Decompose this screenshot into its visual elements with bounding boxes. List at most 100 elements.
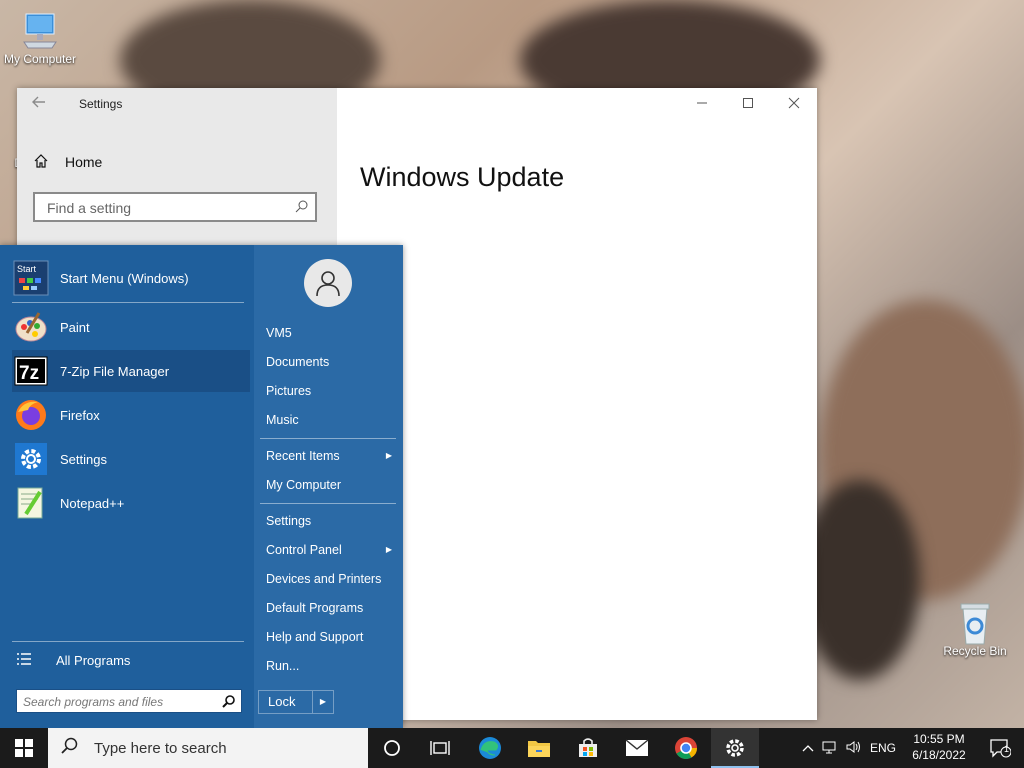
desktop-icon-label: Recycle Bin bbox=[943, 644, 1007, 658]
user-icon bbox=[316, 271, 340, 297]
notifications-button[interactable]: 1 bbox=[976, 728, 1024, 768]
pinned-item-label: 7-Zip File Manager bbox=[60, 363, 170, 379]
taskbar-search[interactable] bbox=[48, 728, 368, 768]
notepadpp-icon bbox=[12, 484, 50, 522]
menu-item-control-panel[interactable]: Control Panel ▶ bbox=[266, 538, 396, 562]
all-programs-button[interactable]: All Programs bbox=[16, 647, 130, 673]
menu-item-devices-printers[interactable]: Devices and Printers bbox=[266, 567, 396, 591]
task-view-button[interactable] bbox=[416, 728, 464, 768]
chevron-right-icon[interactable]: ▶ bbox=[312, 691, 333, 713]
chevron-right-icon: ▶ bbox=[385, 451, 392, 460]
menu-item-label: Recent Items bbox=[266, 449, 340, 463]
start-menu: Start Start Menu (Windows) Paint 7z 7-Zi… bbox=[0, 245, 403, 728]
lock-button[interactable]: Lock ▶ bbox=[258, 690, 334, 714]
window-title: Settings bbox=[79, 97, 123, 111]
mail-icon bbox=[625, 739, 649, 756]
network-icon[interactable] bbox=[822, 740, 838, 757]
pinned-item-notepadpp[interactable]: Notepad++ bbox=[12, 482, 250, 524]
title-bar[interactable]: Settings bbox=[17, 88, 817, 120]
menu-item-recent-items[interactable]: Recent Items ▶ bbox=[266, 444, 396, 468]
nav-home-label: Home bbox=[65, 154, 103, 170]
menu-item-label: Control Panel bbox=[266, 543, 342, 557]
lock-label: Lock bbox=[268, 694, 296, 709]
store-button[interactable] bbox=[564, 728, 612, 768]
wallpaper-shape bbox=[800, 480, 920, 680]
divider bbox=[12, 641, 244, 642]
clock-date: 6/18/2022 bbox=[912, 748, 966, 762]
pinned-item-7zip[interactable]: 7z 7-Zip File Manager bbox=[12, 350, 250, 392]
pinned-item-settings[interactable]: Settings bbox=[12, 438, 250, 480]
language-indicator[interactable]: ENG bbox=[870, 741, 896, 755]
menu-item-user[interactable]: VM5 bbox=[266, 321, 396, 345]
menu-item-my-computer[interactable]: My Computer bbox=[266, 473, 396, 497]
recycle-bin-icon bbox=[955, 602, 995, 645]
start-search-box[interactable] bbox=[16, 689, 242, 714]
store-icon bbox=[579, 738, 597, 757]
page-title: Windows Update bbox=[360, 162, 565, 193]
search-icon bbox=[222, 694, 236, 713]
taskbar-search-input[interactable] bbox=[92, 738, 356, 758]
menu-item-settings[interactable]: Settings bbox=[266, 509, 396, 533]
settings-icon bbox=[726, 739, 744, 757]
svg-text:7z: 7z bbox=[19, 363, 39, 384]
menu-item-default-programs[interactable]: Default Programs bbox=[266, 596, 396, 620]
chevron-up-icon[interactable] bbox=[802, 741, 814, 755]
settings-taskbar-button[interactable] bbox=[711, 728, 759, 768]
maximize-button[interactable] bbox=[725, 88, 771, 120]
cortana-icon bbox=[384, 740, 400, 756]
pinned-item-label: Start Menu (Windows) bbox=[60, 270, 189, 286]
7zip-icon: 7z bbox=[12, 352, 50, 390]
start-search-input[interactable] bbox=[21, 690, 221, 714]
search-icon bbox=[295, 199, 309, 218]
taskbar: ENG 10:55 PM 6/18/2022 1 bbox=[0, 728, 1024, 768]
start-button[interactable] bbox=[0, 728, 48, 768]
minimize-button[interactable] bbox=[679, 88, 725, 120]
mail-button[interactable] bbox=[613, 728, 661, 768]
volume-icon[interactable] bbox=[846, 740, 862, 757]
user-avatar[interactable] bbox=[304, 259, 352, 307]
desktop-icon-label: My Computer bbox=[3, 52, 77, 66]
pinned-item-firefox[interactable]: Firefox bbox=[12, 394, 250, 436]
home-icon bbox=[33, 153, 53, 172]
nav-home[interactable]: Home bbox=[33, 150, 102, 174]
windows-logo-icon bbox=[15, 739, 33, 757]
desktop-icon-recycle-bin[interactable]: Recycle Bin bbox=[935, 602, 1015, 658]
pinned-item-start-menu[interactable]: Start Start Menu (Windows) bbox=[12, 257, 250, 299]
search-icon bbox=[60, 737, 78, 760]
close-button[interactable] bbox=[771, 88, 817, 120]
find-setting-box[interactable] bbox=[33, 192, 317, 222]
pinned-item-label: Notepad++ bbox=[60, 495, 125, 511]
clock[interactable]: 10:55 PM 6/18/2022 bbox=[906, 731, 972, 763]
system-tray: ENG bbox=[802, 728, 896, 768]
start-menu-app-icon: Start bbox=[12, 259, 50, 297]
find-setting-input[interactable] bbox=[45, 194, 289, 222]
menu-item-run[interactable]: Run... bbox=[266, 654, 396, 678]
edge-icon bbox=[479, 737, 501, 759]
pinned-item-paint[interactable]: Paint bbox=[12, 306, 250, 348]
firefox-icon bbox=[12, 396, 50, 434]
cortana-button[interactable] bbox=[368, 728, 416, 768]
divider bbox=[260, 503, 396, 504]
edge-button[interactable] bbox=[466, 728, 514, 768]
menu-item-documents[interactable]: Documents bbox=[266, 350, 396, 374]
svg-text:Start: Start bbox=[17, 264, 37, 274]
close-icon bbox=[788, 97, 800, 109]
chrome-icon bbox=[675, 737, 697, 759]
list-icon bbox=[16, 652, 40, 669]
menu-item-pictures[interactable]: Pictures bbox=[266, 379, 396, 403]
clock-time: 10:55 PM bbox=[913, 732, 965, 746]
back-arrow-icon[interactable] bbox=[31, 94, 51, 114]
all-programs-label: All Programs bbox=[56, 652, 131, 668]
computer-icon bbox=[20, 10, 60, 50]
paint-icon bbox=[12, 308, 50, 346]
menu-item-help-support[interactable]: Help and Support bbox=[266, 625, 396, 649]
desktop-icon-my-computer[interactable]: My Computer bbox=[0, 10, 80, 66]
pinned-item-label: Settings bbox=[60, 451, 107, 467]
menu-item-music[interactable]: Music bbox=[266, 408, 396, 432]
file-explorer-button[interactable] bbox=[515, 728, 563, 768]
pinned-item-label: Firefox bbox=[60, 407, 100, 423]
chrome-button[interactable] bbox=[662, 728, 710, 768]
task-view-icon bbox=[430, 741, 450, 755]
file-explorer-icon bbox=[528, 741, 550, 757]
notification-count: 1 bbox=[1004, 744, 1010, 754]
